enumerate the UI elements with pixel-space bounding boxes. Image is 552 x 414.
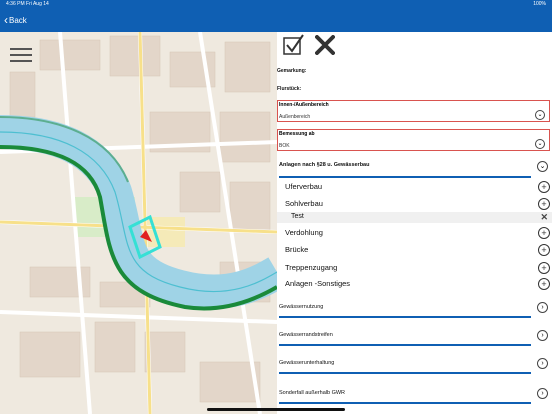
- chevron-right-icon: ›: [537, 358, 548, 369]
- chevron-down-icon: ⌄: [535, 110, 545, 120]
- list-item-verdohlung[interactable]: Verdohlung +: [277, 225, 552, 241]
- add-circle-icon[interactable]: +: [538, 198, 550, 210]
- status-bar: 4:36 PM Fri Aug 14 100%: [0, 0, 552, 8]
- flurstueck-label: Flurstück:: [277, 86, 302, 92]
- map-view[interactable]: [0, 32, 277, 414]
- home-indicator[interactable]: [207, 408, 345, 411]
- chevron-left-icon: ‹: [4, 13, 8, 27]
- chevron-down-icon: ⌄: [537, 161, 548, 172]
- section-anlagen[interactable]: Anlagen nach §28 u. Gewässerbau ⌄: [277, 158, 552, 176]
- add-circle-icon[interactable]: +: [538, 181, 550, 193]
- item-label: Treppenzugang: [285, 263, 338, 272]
- category-label: Gewässerunterhaltung: [279, 360, 335, 366]
- item-label: Verdohlung: [285, 228, 323, 237]
- detail-panel: Gemarkung: Flurstück: Innen-/Außenbereic…: [277, 32, 552, 414]
- category-divider: [279, 372, 531, 374]
- list-item-anlagen-sonstiges[interactable]: Anlagen -Sonstiges +: [277, 276, 552, 292]
- innen-aussenbereich-label: Innen-/Außenbereich: [279, 102, 329, 108]
- section-divider: [279, 176, 531, 178]
- list-item-uferverbau[interactable]: Uferverbau +: [277, 179, 552, 195]
- status-time: 4:36 PM Fri Aug 14: [6, 1, 49, 7]
- add-circle-icon[interactable]: +: [538, 244, 550, 256]
- battery-status: 100%: [533, 1, 546, 7]
- bemessung-select[interactable]: Bemessung ab BOK ⌄: [277, 129, 550, 151]
- innen-aussenbereich-select[interactable]: Innen-/Außenbereich Außenbereich ⌄: [277, 100, 550, 122]
- add-circle-icon[interactable]: +: [538, 227, 550, 239]
- bemessung-label: Bemessung ab: [279, 131, 315, 137]
- map-canvas: [0, 32, 277, 414]
- delete-x-icon[interactable]: ✕: [540, 212, 548, 223]
- list-item-bruecke[interactable]: Brücke +: [277, 242, 552, 258]
- item-label: Sohlverbau: [285, 199, 323, 208]
- list-item-sohlverbau[interactable]: Sohlverbau +: [277, 196, 552, 212]
- category-label: Sonderfall außerhalb GWR: [279, 390, 346, 396]
- cancel-x-icon[interactable]: [315, 35, 335, 55]
- back-button[interactable]: ‹Back: [4, 14, 27, 27]
- category-label: Gewässernutzung: [279, 304, 324, 310]
- category-divider: [279, 316, 531, 318]
- sub-entry-row[interactable]: Test ✕: [277, 212, 552, 223]
- section-anlagen-title: Anlagen nach §28 u. Gewässerbau: [279, 162, 370, 168]
- chevron-right-icon: ›: [537, 330, 548, 341]
- gemarkung-label: Gemarkung:: [277, 68, 307, 74]
- item-label: Anlagen -Sonstiges: [285, 279, 351, 288]
- add-circle-icon[interactable]: +: [538, 262, 550, 274]
- map-menu-icon[interactable]: [10, 48, 32, 66]
- category-divider: [279, 402, 531, 404]
- sub-entry-label: Test: [291, 213, 304, 220]
- innen-aussenbereich-value: Außenbereich: [279, 114, 311, 120]
- back-label: Back: [9, 16, 27, 25]
- add-circle-icon[interactable]: +: [538, 278, 550, 290]
- item-label: Brücke: [285, 245, 309, 254]
- category-divider: [279, 344, 531, 346]
- list-item-treppenzugang[interactable]: Treppenzugang +: [277, 260, 552, 276]
- chevron-down-icon: ⌄: [535, 139, 545, 149]
- nav-bar: ‹Back: [0, 8, 552, 32]
- category-label: Gewässerrandstreifen: [279, 332, 333, 338]
- chevron-right-icon: ›: [537, 388, 548, 399]
- chevron-right-icon: ›: [537, 302, 548, 313]
- item-label: Uferverbau: [285, 182, 323, 191]
- bemessung-value: BOK: [279, 143, 290, 149]
- confirm-check-icon[interactable]: [283, 34, 305, 56]
